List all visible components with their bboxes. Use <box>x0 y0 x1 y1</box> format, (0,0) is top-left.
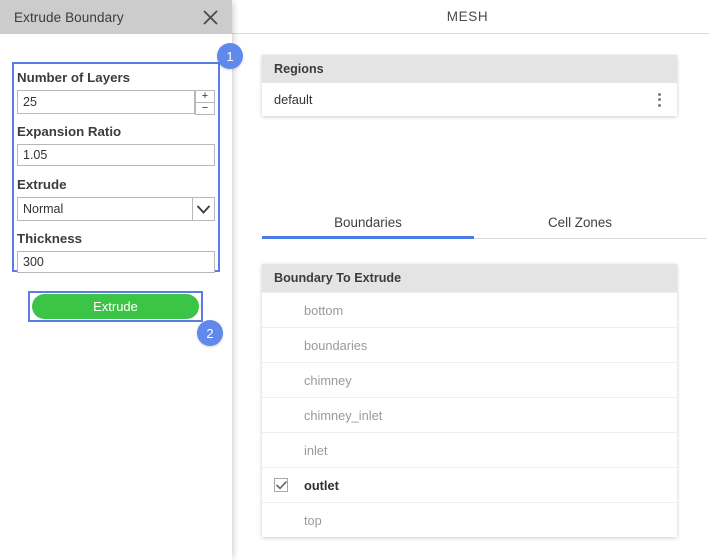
panel-title: Extrude Boundary <box>14 9 124 25</box>
field-thickness: Thickness <box>17 231 215 273</box>
regions-card: Regions default <box>262 55 677 116</box>
boundary-name: chimney <box>304 372 352 388</box>
chevron-down-icon[interactable] <box>192 198 214 220</box>
regions-card-title: Regions <box>262 55 677 83</box>
expansion-ratio-input[interactable] <box>17 144 215 166</box>
extrude-boundary-panel: Extrude Boundary Number of Layers + − Ex… <box>0 0 232 560</box>
boundary-row-chimney-inlet[interactable]: chimney_inlet <box>262 397 677 432</box>
boundary-row-boundaries[interactable]: boundaries <box>262 327 677 362</box>
boundary-name: boundaries <box>304 337 368 353</box>
boundary-checkbox[interactable] <box>274 408 288 422</box>
boundary-checkbox[interactable] <box>274 338 288 352</box>
number-of-layers-increment-button[interactable]: + <box>195 90 215 102</box>
number-of-layers-label: Number of Layers <box>17 70 131 85</box>
close-icon[interactable] <box>196 4 224 30</box>
page-title: MESH <box>446 9 489 24</box>
mesh-tabs: Boundaries Cell Zones <box>262 208 707 239</box>
region-name: default <box>274 92 313 107</box>
boundary-name: bottom <box>304 302 344 318</box>
mesh-main-area: MESH Regions default Boundaries Cell Zon… <box>232 0 709 560</box>
thickness-label: Thickness <box>17 231 83 246</box>
boundary-checkbox[interactable] <box>274 303 288 317</box>
kebab-menu-icon[interactable] <box>651 91 667 109</box>
boundary-name: chimney_inlet <box>304 407 383 423</box>
boundary-card-title: Boundary To Extrude <box>262 264 677 292</box>
tab-boundaries[interactable]: Boundaries <box>262 208 474 239</box>
thickness-input[interactable] <box>17 251 215 273</box>
boundary-name: top <box>304 512 322 528</box>
extrude-mode-select[interactable]: Normal <box>17 197 215 221</box>
panel-titlebar: Extrude Boundary <box>0 0 232 34</box>
field-expansion-ratio: Expansion Ratio <box>17 124 215 166</box>
boundary-to-extrude-card: Boundary To Extrude bottom boundaries ch… <box>262 264 677 537</box>
boundary-row-outlet[interactable]: outlet <box>262 467 677 502</box>
boundary-checkbox[interactable] <box>274 373 288 387</box>
boundary-name: inlet <box>304 442 328 458</box>
tab-cell-zones[interactable]: Cell Zones <box>474 208 686 238</box>
boundary-row-chimney[interactable]: chimney <box>262 362 677 397</box>
field-number-of-layers: Number of Layers + − <box>17 70 215 115</box>
expansion-ratio-label: Expansion Ratio <box>17 124 122 139</box>
boundary-checkbox[interactable] <box>274 443 288 457</box>
boundary-checkbox-checked[interactable] <box>274 478 288 492</box>
number-of-layers-input[interactable] <box>17 90 195 114</box>
extrude-mode-selected-value: Normal <box>23 202 64 216</box>
number-of-layers-spin-buttons: + − <box>195 90 215 115</box>
boundary-row-inlet[interactable]: inlet <box>262 432 677 467</box>
boundary-row-bottom[interactable]: bottom <box>262 292 677 327</box>
step-badge-2: 2 <box>197 320 223 346</box>
number-of-layers-decrement-button[interactable]: − <box>195 102 215 115</box>
extrude-button[interactable]: Extrude <box>32 294 199 319</box>
mesh-header: MESH <box>232 0 709 34</box>
step-badge-1: 1 <box>217 43 243 69</box>
boundary-checkbox[interactable] <box>274 513 288 527</box>
boundary-row-top[interactable]: top <box>262 502 677 537</box>
field-extrude-mode: Extrude Normal <box>17 177 215 221</box>
extrude-mode-label: Extrude <box>17 177 67 192</box>
number-of-layers-stepper[interactable]: + − <box>17 90 215 115</box>
regions-row-default[interactable]: default <box>262 83 677 116</box>
boundary-name: outlet <box>304 477 339 493</box>
